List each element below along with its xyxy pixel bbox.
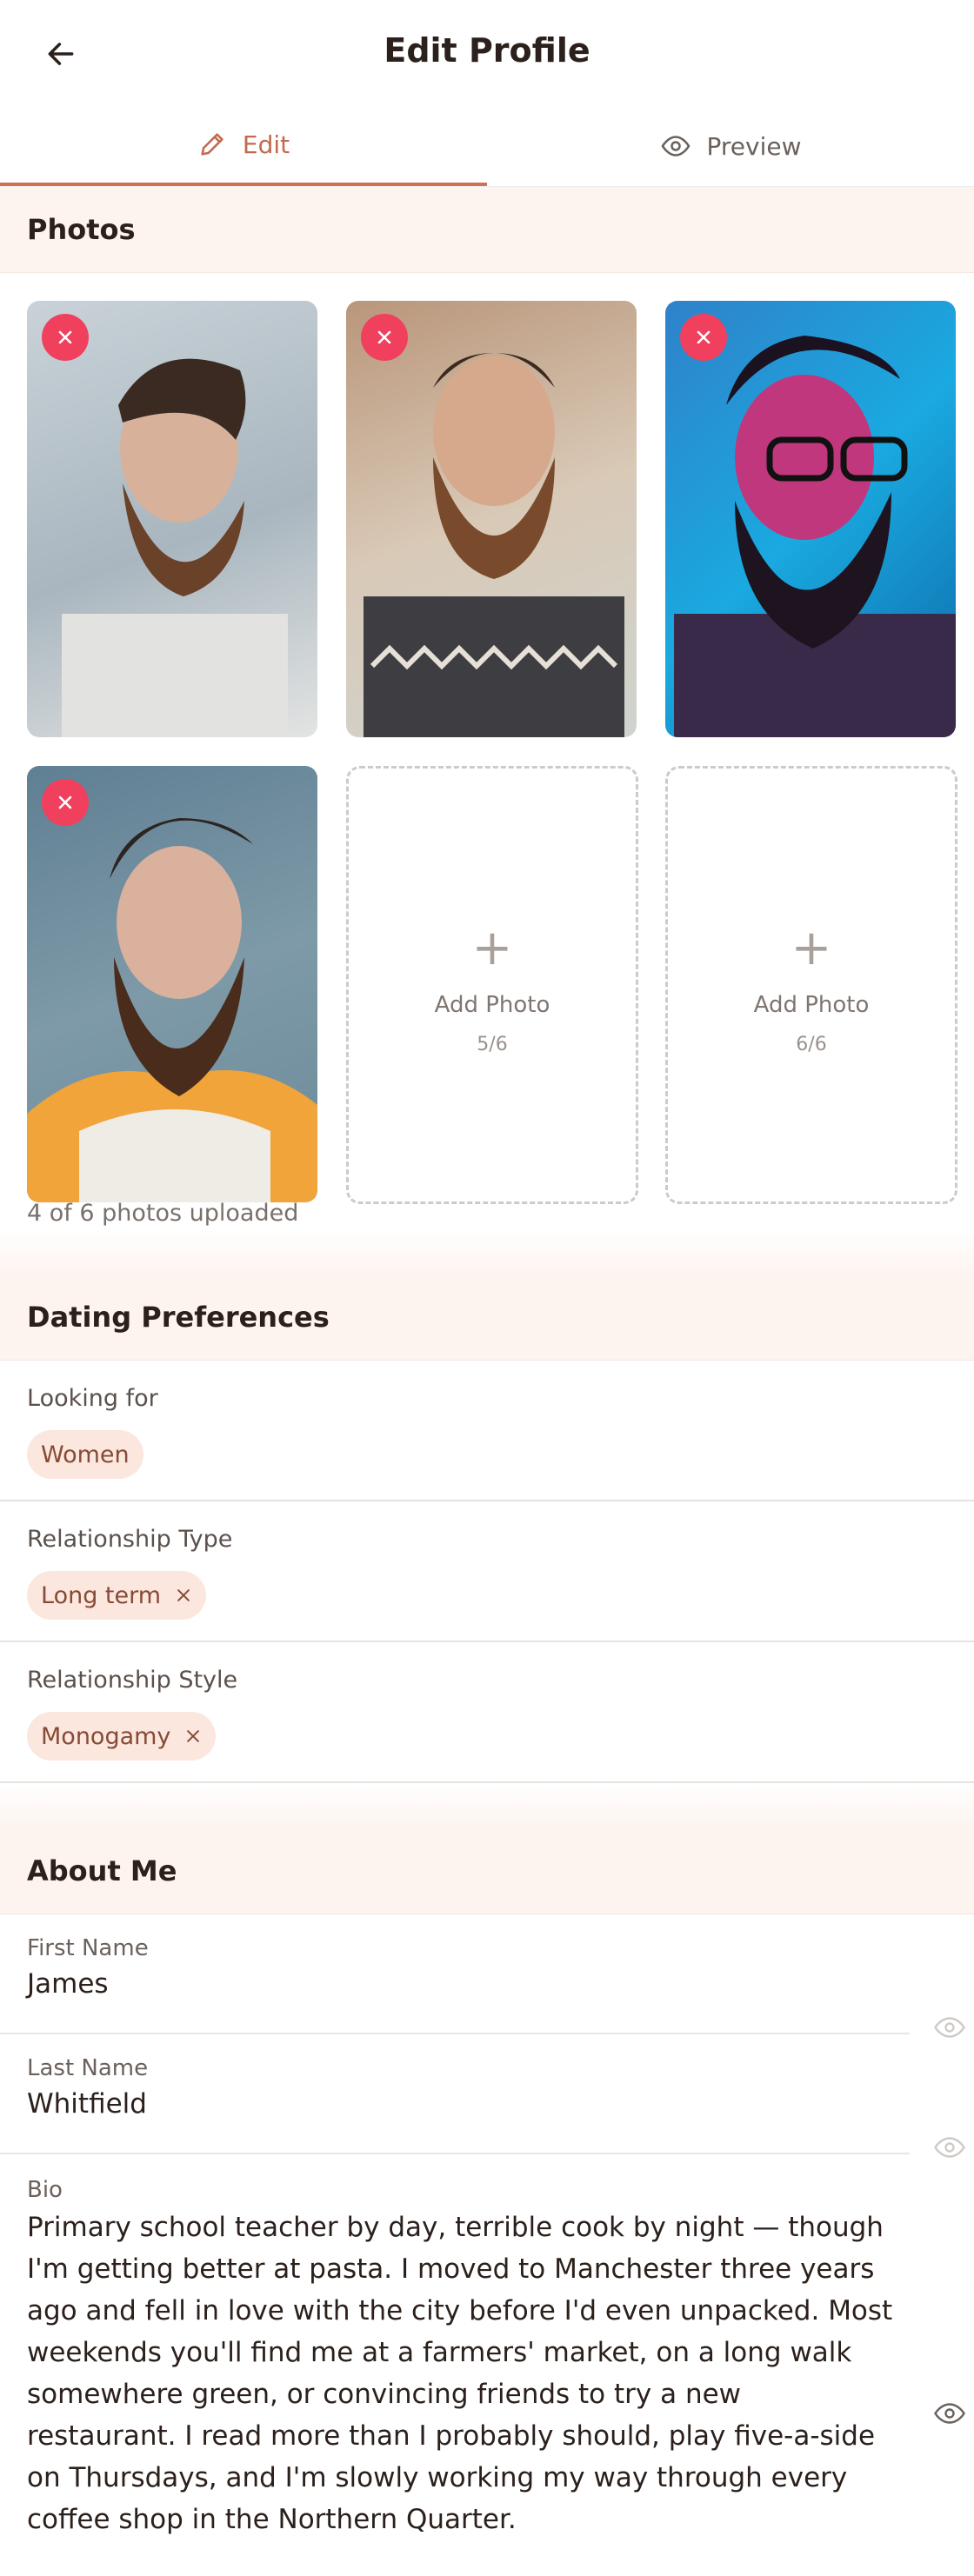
- bio-visibility-toggle[interactable]: [932, 2401, 967, 2426]
- add-photo-slot-6[interactable]: + Add Photo 6/6: [665, 766, 957, 1204]
- first-name-field[interactable]: First Name James: [0, 1914, 910, 2034]
- last-name-label: Last Name: [27, 2055, 149, 2081]
- bio-field[interactable]: Bio Primary school teacher by day, terri…: [0, 2154, 974, 2537]
- pref-looking-for[interactable]: Looking for Women: [0, 1361, 974, 1501]
- bio-label: Bio: [27, 2177, 63, 2203]
- photos-uploaded-count: 4 of 6 photos uploaded: [27, 1200, 299, 1227]
- photo-portrait-1: [62, 358, 288, 737]
- plus-icon: +: [791, 919, 832, 976]
- pencil-icon: [201, 133, 223, 156]
- relationship-style-label: Relationship Style: [27, 1667, 238, 1694]
- relationship-type-chip[interactable]: Long term: [27, 1571, 207, 1620]
- pref-relationship-type[interactable]: Relationship Type Long term: [0, 1501, 974, 1642]
- close-icon: [58, 795, 72, 809]
- looking-for-label: Looking for: [27, 1385, 158, 1412]
- eye-icon: [934, 2403, 965, 2424]
- close-icon: [377, 330, 391, 344]
- dating-preferences-header: Dating Preferences: [0, 1275, 974, 1361]
- photos-grid: + Add Photo 5/6 + Add Photo 6/6 4 of 6 p…: [0, 273, 974, 1229]
- photo-portrait-4: [27, 818, 317, 1202]
- add-photo-label: Add Photo: [434, 991, 550, 1018]
- first-name-value[interactable]: James: [27, 1968, 109, 2000]
- slot-counter: 6/6: [796, 1033, 827, 1055]
- photo-4[interactable]: [27, 766, 317, 1202]
- close-icon[interactable]: [175, 1587, 192, 1604]
- tab-edit-label: Edit: [242, 130, 290, 159]
- app-header: Edit Profile: [0, 0, 974, 106]
- remove-photo-button[interactable]: [42, 314, 89, 361]
- add-photo-slot-5[interactable]: + Add Photo 5/6: [346, 766, 638, 1204]
- chip-label: Monogamy: [41, 1722, 171, 1750]
- photo-1[interactable]: [27, 301, 317, 737]
- photo-3[interactable]: [665, 301, 956, 737]
- relationship-style-chip[interactable]: Monogamy: [27, 1712, 217, 1761]
- relationship-type-label: Relationship Type: [27, 1526, 233, 1553]
- slot-counter: 5/6: [477, 1033, 508, 1055]
- remove-photo-button[interactable]: [42, 779, 89, 826]
- eye-icon: [661, 136, 690, 156]
- photos-section-header: Photos: [0, 187, 974, 273]
- tab-edit[interactable]: Edit: [0, 106, 487, 186]
- last-name-field[interactable]: Last Name Whitfield: [0, 2034, 910, 2154]
- bio-text[interactable]: Primary school teacher by day, terrible …: [27, 2207, 897, 2540]
- looking-for-chip[interactable]: Women: [27, 1430, 143, 1479]
- first-name-visibility-toggle[interactable]: [932, 2015, 967, 2040]
- pref-relationship-style[interactable]: Relationship Style Monogamy: [0, 1642, 974, 1783]
- tab-preview[interactable]: Preview: [487, 106, 974, 186]
- plus-icon: +: [471, 919, 513, 976]
- add-photo-label: Add Photo: [753, 991, 870, 1018]
- close-icon: [697, 330, 710, 344]
- section-divider: [0, 1229, 974, 1275]
- close-icon[interactable]: [184, 1727, 202, 1745]
- eye-icon: [934, 2017, 965, 2038]
- photo-2[interactable]: [346, 301, 637, 737]
- tab-bar: Edit Preview: [0, 106, 974, 187]
- photo-portrait-2: [364, 353, 624, 737]
- photo-portrait-3: [674, 336, 956, 737]
- remove-photo-button[interactable]: [680, 314, 727, 361]
- first-name-label: First Name: [27, 1935, 149, 1961]
- page-title: Edit Profile: [384, 31, 590, 70]
- close-icon: [58, 330, 72, 344]
- remove-photo-button[interactable]: [361, 314, 408, 361]
- section-divider: [0, 1783, 974, 1828]
- tab-preview-label: Preview: [706, 131, 802, 161]
- last-name-value[interactable]: Whitfield: [27, 2088, 147, 2120]
- chip-label: Long term: [41, 1581, 162, 1609]
- chip-label: Women: [41, 1441, 130, 1468]
- about-me-header: About Me: [0, 1828, 974, 1914]
